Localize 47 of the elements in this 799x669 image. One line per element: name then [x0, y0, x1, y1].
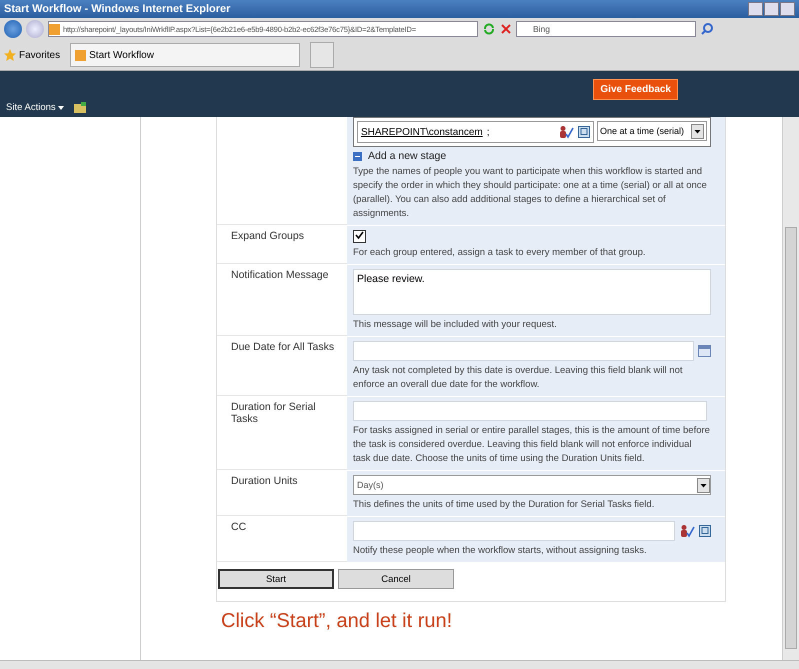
- separator-text: ;: [486, 126, 490, 138]
- search-icon[interactable]: [700, 22, 714, 36]
- field-description: Any task not completed by this date is overdue. Leaving this field blank will not enforce an overall due date for the workflow.: [353, 364, 684, 392]
- browser-tab[interactable]: Start Workflow: [70, 43, 300, 67]
- field-label: Notification Message: [231, 269, 328, 281]
- window-title: Start Workflow - Windows Internet Explorer: [4, 3, 232, 15]
- folder-icon[interactable]: [74, 102, 86, 113]
- assignee-name[interactable]: SHAREPOINT\constancem: [361, 126, 483, 138]
- field-description: Type the names of people you want to participate when this workflow is started and specify the order in which they should participate: one at a time (serial) or all at once (parallel). You can also add additional stages to define a hierarchical set of assignments.: [353, 165, 708, 221]
- order-dropdown[interactable]: One at a time (serial): [597, 121, 707, 141]
- field-label: Due Date for All Tasks: [231, 341, 334, 353]
- add-icon[interactable]: [353, 152, 362, 160]
- cc-field[interactable]: [353, 521, 675, 541]
- calendar-icon[interactable]: [698, 345, 711, 357]
- person-check-icon[interactable]: [558, 125, 574, 139]
- form-button[interactable]: Cancel: [338, 569, 454, 589]
- site-actions-menu[interactable]: Site Actions: [6, 102, 56, 113]
- new-tab[interactable]: [310, 42, 334, 68]
- field-label: CC: [231, 521, 246, 533]
- back-icon[interactable]: [4, 20, 22, 38]
- duration-field[interactable]: [353, 401, 707, 421]
- person-check-icon[interactable]: [679, 524, 695, 538]
- refresh-icon[interactable]: [482, 22, 496, 36]
- field-label: Duration for Serial Tasks: [231, 401, 316, 425]
- checkbox[interactable]: [353, 230, 366, 243]
- field-label: Expand Groups: [231, 230, 304, 242]
- feedback-button[interactable]: Give Feedback: [593, 79, 678, 100]
- address-book-icon[interactable]: [699, 525, 711, 537]
- star-icon: [4, 49, 16, 61]
- field-label: Duration Units: [231, 475, 298, 487]
- message-field[interactable]: Please review.: [353, 269, 711, 315]
- field-description: Notify these people when the workflow starts, without assigning tasks.: [353, 544, 648, 558]
- caret-icon[interactable]: [58, 106, 64, 110]
- address-book-icon[interactable]: [578, 126, 590, 138]
- field-description: This defines the units of time used by the Duration for Serial Tasks field.: [353, 498, 656, 512]
- field-description: For each group entered, assign a task to every member of that group.: [353, 246, 647, 260]
- add-stage-link[interactable]: Add a new stage: [368, 150, 446, 162]
- vertical-scrollbar[interactable]: [782, 117, 799, 660]
- field-description: This message will be included with your request.: [353, 318, 558, 332]
- form-button[interactable]: Start: [218, 569, 334, 589]
- favorites-label[interactable]: Favorites: [19, 50, 60, 60]
- search-field[interactable]: Bing: [516, 21, 696, 37]
- date-field[interactable]: [353, 341, 694, 361]
- units-dropdown[interactable]: Day(s): [353, 475, 711, 495]
- field-description: For tasks assigned in serial or entire parallel stages, this is the amount of time before the task is considered overdue. Leaving this field blank will not enforce individual task due date. Choose the units of time using the Duration Units field.: [353, 424, 711, 466]
- assign-to-field[interactable]: SHAREPOINT\constancem ;: [357, 121, 594, 143]
- instruction-caption: Click “Start”, and let it run!: [220, 609, 454, 633]
